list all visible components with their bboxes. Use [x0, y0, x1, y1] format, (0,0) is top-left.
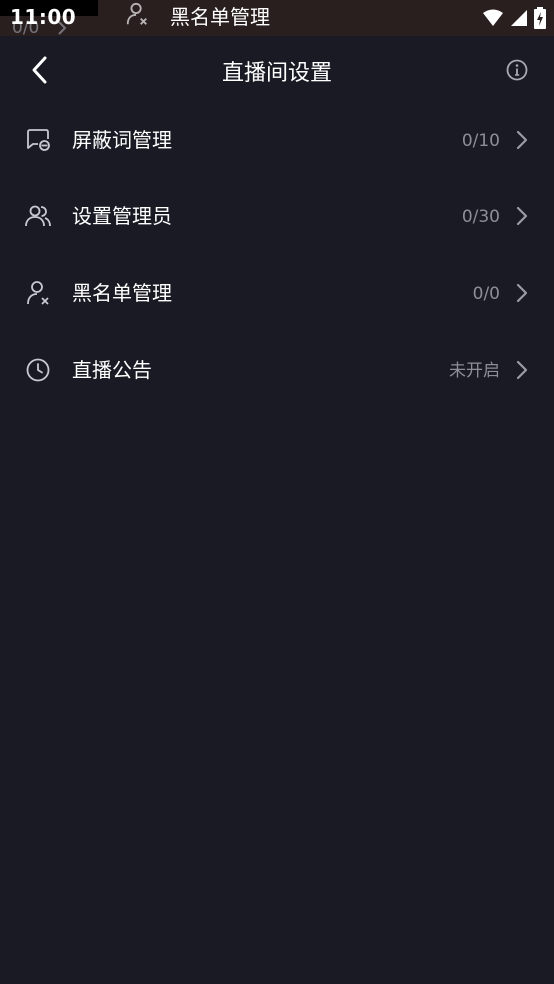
- status-time: 11:00: [10, 5, 77, 29]
- ghost-overlay-title: 黑名单管理: [170, 5, 270, 29]
- battery-icon: [534, 7, 546, 29]
- menu-item-value: 未开启: [449, 361, 500, 381]
- live-room-settings-screen: 0/0 11:00 黑名单管理 直播间设置 屏蔽词管理 0/10 设置管理员 0…: [0, 0, 554, 984]
- clock-icon: [26, 358, 50, 382]
- menu-item-value: 0/0: [472, 284, 500, 304]
- menu-item-block-words[interactable]: 屏蔽词管理 0/10: [0, 102, 554, 178]
- chevron-right-icon: [516, 130, 528, 150]
- menu-item-label: 直播公告: [72, 358, 152, 382]
- chevron-right-icon: [516, 283, 528, 303]
- menu-item-label: 屏蔽词管理: [72, 128, 172, 152]
- menu-item-value: 0/10: [461, 131, 500, 151]
- menu-item-announcement[interactable]: 直播公告 未开启: [0, 332, 554, 408]
- page-title: 直播间设置: [221, 61, 332, 86]
- menu-item-label: 设置管理员: [72, 204, 172, 228]
- menu-item-blacklist[interactable]: 黑名单管理 0/0: [0, 255, 554, 331]
- wifi-icon: [483, 9, 503, 26]
- status-indicators: [482, 6, 546, 30]
- status-bar: 0/0 11:00 黑名单管理: [0, 0, 554, 38]
- chevron-right-icon: [516, 206, 528, 226]
- chevron-right-icon: [516, 360, 528, 380]
- user-x-icon: [126, 2, 147, 25]
- user-x-icon: [27, 281, 49, 305]
- info-icon[interactable]: [505, 58, 529, 82]
- cellular-signal-icon: [511, 10, 527, 26]
- menu-item-admins[interactable]: 设置管理员 0/30: [0, 178, 554, 254]
- chat-block-icon: [27, 129, 50, 151]
- menu-item-label: 黑名单管理: [72, 281, 172, 305]
- users-icon: [25, 205, 51, 227]
- menu-item-value: 0/30: [461, 207, 500, 227]
